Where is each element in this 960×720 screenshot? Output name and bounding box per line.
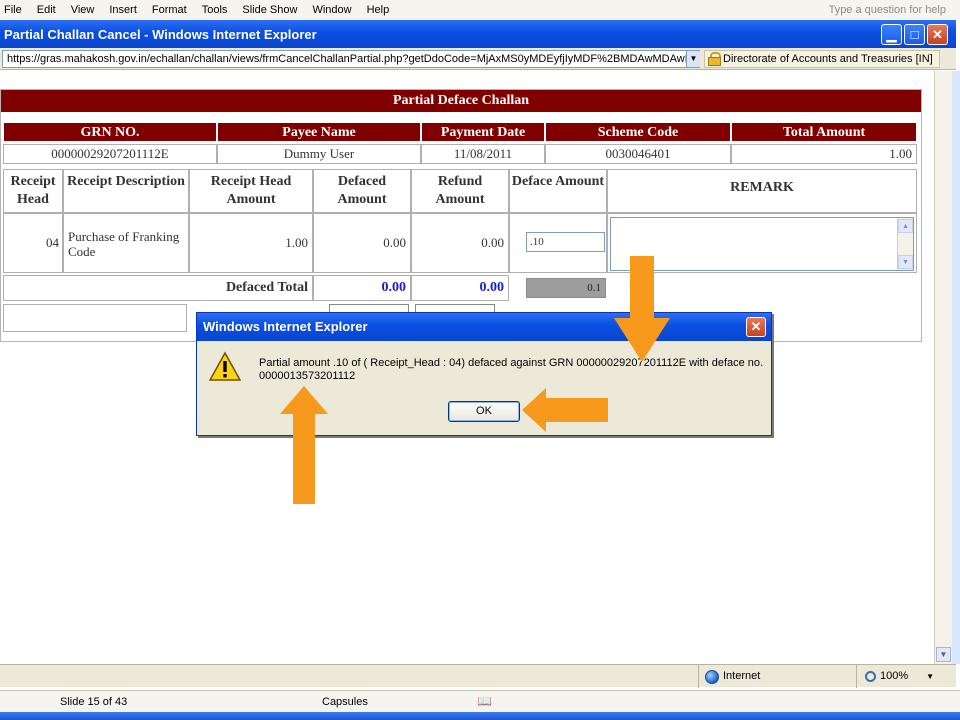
ie-title-bar: Partial Challan Cancel - Windows Interne… [0, 20, 956, 48]
arrow-left-annotation [522, 388, 608, 432]
zoom-level: 100% [880, 670, 909, 682]
scheme-code-header: Scheme Code [545, 122, 731, 142]
receipt-desc-cell: Purchase of Franking Code [63, 213, 189, 273]
menu-window[interactable]: Window [312, 4, 351, 16]
scheme-code-value: 0030046401 [545, 144, 731, 164]
address-bar-row: https://gras.mahakosh.gov.in/echallan/ch… [0, 48, 956, 70]
receipt-head-cell: 04 [3, 213, 63, 273]
dialog-title-bar: Windows Internet Explorer ✕ [197, 313, 771, 341]
dialog-title: Windows Internet Explorer [203, 319, 368, 334]
window-title: Partial Challan Cancel - Windows Interne… [4, 26, 317, 42]
security-zone[interactable]: Internet [698, 665, 760, 688]
receipt-desc-header: Receipt Description [63, 169, 189, 213]
menu-edit[interactable]: Edit [37, 4, 56, 16]
minimize-button[interactable]: ▁ [881, 24, 902, 45]
deface-total-cell: 0.1 [509, 275, 607, 301]
total-amount-header: Total Amount [731, 122, 917, 142]
chevron-down-icon: ▼ [689, 54, 698, 63]
slide-counter: Slide 15 of 43 [60, 696, 128, 708]
defaced-amount-header: Defaced Amount [313, 169, 411, 213]
menu-view[interactable]: View [71, 4, 95, 16]
menu-insert[interactable]: Insert [109, 4, 137, 16]
spellcheck-icon[interactable]: 📖 [477, 694, 492, 708]
warning-icon [209, 351, 241, 381]
defaced-total-value: 0.00 [313, 275, 411, 301]
address-input[interactable]: https://gras.mahakosh.gov.in/echallan/ch… [2, 50, 700, 68]
windows-taskbar [0, 712, 960, 720]
deface-total-box: 0.1 [526, 278, 606, 298]
scroll-down-icon[interactable]: ▼ [898, 255, 913, 269]
dialog-message: Partial amount .10 of ( Receipt_Head : 0… [259, 357, 764, 382]
grn-value: 00000029207201112E [3, 144, 217, 164]
menu-help[interactable]: Help [367, 4, 390, 16]
chevron-down-icon: ▼ [926, 672, 935, 681]
payee-value: Dummy User [217, 144, 421, 164]
deface-amount-input[interactable]: .10 [526, 232, 605, 252]
bottom-row-cell [3, 304, 187, 332]
window-edge [952, 71, 960, 664]
refund-total-value: 0.00 [411, 275, 509, 301]
remark-scrollbar[interactable]: ▲ ▼ [897, 218, 913, 270]
lock-icon [708, 52, 721, 66]
ppt-status-bar: Slide 15 of 43 Capsules 📖 [0, 690, 960, 712]
ie-status-bar: Internet 100% ▼ [0, 664, 956, 688]
close-icon: ✕ [750, 319, 762, 334]
close-window-button[interactable]: ✕ [927, 24, 948, 45]
help-search-input[interactable]: Type a question for help [824, 2, 946, 18]
deface-amount-header: Deface Amount [509, 169, 607, 213]
zone-label: Internet [723, 670, 761, 682]
cert-label: Directorate of Accounts and Treasuries [… [723, 53, 933, 65]
maximize-button[interactable]: □ [904, 24, 925, 45]
challan-form: Partial Deface Challan GRN NO. Payee Nam… [0, 89, 922, 342]
payment-date-value: 11/08/2011 [421, 144, 545, 164]
receipt-head-header: Receipt Head [3, 169, 63, 213]
arrow-down-annotation [614, 256, 670, 362]
arrow-up-annotation [280, 386, 328, 504]
remark-header: REMARK [607, 169, 917, 213]
page-scrollbar[interactable]: ▼ [934, 71, 952, 664]
menu-format[interactable]: Format [152, 4, 187, 16]
payment-date-header: Payment Date [421, 122, 545, 142]
deface-amount-cell: .10 [509, 213, 607, 273]
grn-header: GRN NO. [3, 122, 217, 142]
head-amount-cell: 1.00 [189, 213, 313, 273]
defaced-amount-cell: 0.00 [313, 213, 411, 273]
security-report[interactable]: Directorate of Accounts and Treasuries [… [704, 50, 940, 68]
magnifier-icon [865, 671, 876, 682]
address-dropdown-button[interactable]: ▼ [686, 51, 700, 67]
minimize-icon: ▁ [886, 26, 897, 42]
close-icon: ✕ [932, 26, 943, 42]
theme-name: Capsules [322, 696, 368, 708]
defaced-total-label: Defaced Total [3, 275, 313, 301]
dialog-close-button[interactable]: ✕ [746, 317, 766, 337]
menu-tools[interactable]: Tools [202, 4, 228, 16]
challan-title: Partial Deface Challan [1, 90, 921, 112]
zoom-control[interactable]: 100% ▼ [856, 665, 934, 688]
refund-amount-header: Refund Amount [411, 169, 509, 213]
scroll-up-icon[interactable]: ▲ [898, 219, 913, 233]
total-amount-value: 1.00 [731, 144, 917, 164]
head-amount-header: Receipt Head Amount [189, 169, 313, 213]
ppt-menubar: File Edit View Insert Format Tools Slide… [0, 0, 960, 20]
menu-file[interactable]: File [4, 4, 22, 16]
maximize-icon: □ [910, 27, 919, 42]
refund-amount-cell: 0.00 [411, 213, 509, 273]
globe-icon [705, 669, 719, 684]
ok-button[interactable]: OK [448, 401, 520, 422]
payee-header: Payee Name [217, 122, 421, 142]
scroll-down-icon[interactable]: ▼ [936, 647, 951, 662]
menu-slide-show[interactable]: Slide Show [242, 4, 297, 16]
